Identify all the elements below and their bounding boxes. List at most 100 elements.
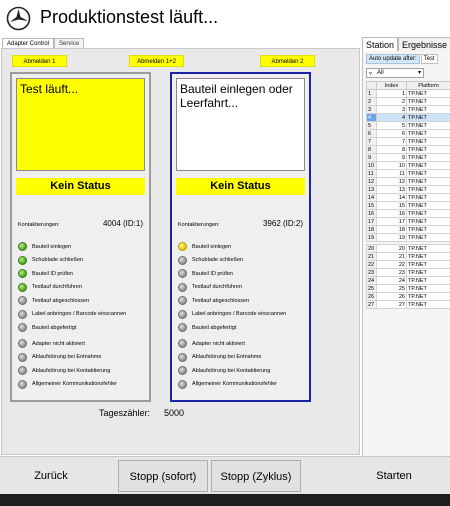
table-row[interactable]: 15 15 TP.NET (366, 201, 450, 210)
table-row[interactable]: 9 9 TP.NET (366, 153, 450, 162)
platform-cell[interactable]: TP.NET (406, 300, 450, 309)
index-cell[interactable]: 8 (376, 145, 407, 154)
row-number[interactable]: 21 (366, 252, 377, 261)
platform-cell[interactable]: TP.NET (406, 153, 450, 162)
abmelden-1-button[interactable]: Abmelden 1 (12, 55, 67, 67)
index-cell[interactable]: 19 (376, 233, 407, 242)
row-number[interactable]: 11 (366, 169, 377, 178)
platform-cell[interactable]: TP.NET (406, 97, 450, 106)
table-row[interactable]: 22 22 TP.NET (366, 260, 450, 269)
column-header-platform[interactable]: Platform (406, 81, 450, 90)
table-row[interactable]: 14 14 TP.NET (366, 193, 450, 202)
index-cell[interactable]: 24 (376, 276, 407, 285)
row-number[interactable]: 20 (366, 244, 377, 253)
row-number[interactable]: 13 (366, 185, 377, 194)
platform-cell[interactable]: TP.NET (406, 105, 450, 114)
index-cell[interactable]: 11 (376, 169, 407, 178)
platform-cell[interactable]: TP.NET (406, 209, 450, 218)
table-row[interactable]: 20 20 TP.NET (366, 244, 450, 253)
row-number[interactable]: 24 (366, 276, 377, 285)
index-cell[interactable]: 22 (376, 260, 407, 269)
platform-cell[interactable]: TP.NET (406, 193, 450, 202)
row-number[interactable]: 12 (366, 177, 377, 186)
stop-cycle-button[interactable]: Stopp (Zyklus) (211, 460, 301, 492)
table-row[interactable]: 5 5 TP.NET (366, 121, 450, 130)
table-row[interactable]: 21 21 TP.NET (366, 252, 450, 261)
start-button[interactable]: Starten (340, 460, 448, 492)
filter-select[interactable]: ▿ All ▾ (366, 68, 424, 78)
table-row[interactable]: 23 23 TP.NET (366, 268, 450, 277)
table-row[interactable]: 19 19 TP.NET (366, 233, 450, 242)
row-number[interactable]: 9 (366, 153, 377, 162)
table-row[interactable]: 6 6 TP.NET (366, 129, 450, 138)
index-cell[interactable]: 4 (376, 113, 407, 122)
platform-cell[interactable]: TP.NET (406, 113, 450, 122)
row-number[interactable]: 27 (366, 300, 377, 309)
row-number[interactable]: 8 (366, 145, 377, 154)
index-cell[interactable]: 27 (376, 300, 407, 309)
table-row[interactable]: 10 10 TP.NET (366, 161, 450, 170)
row-number[interactable]: 17 (366, 217, 377, 226)
platform-cell[interactable]: TP.NET (406, 292, 450, 301)
platform-cell[interactable]: TP.NET (406, 233, 450, 242)
row-number[interactable]: 26 (366, 292, 377, 301)
row-number[interactable]: 16 (366, 209, 377, 218)
row-number[interactable]: 22 (366, 260, 377, 269)
index-cell[interactable]: 2 (376, 97, 407, 106)
abmelden-both-button[interactable]: Abmelden 1+2 (129, 55, 184, 67)
table-row[interactable]: 11 11 TP.NET (366, 169, 450, 178)
index-cell[interactable]: 23 (376, 268, 407, 277)
tab-ergebnisse[interactable]: Ergebnisse (398, 37, 450, 52)
row-number[interactable]: 4 (366, 113, 377, 122)
index-cell[interactable]: 3 (376, 105, 407, 114)
platform-cell[interactable]: TP.NET (406, 145, 450, 154)
row-number[interactable]: 7 (366, 137, 377, 146)
index-cell[interactable]: 15 (376, 201, 407, 210)
table-row[interactable]: 24 24 TP.NET (366, 276, 450, 285)
table-row[interactable]: 26 26 TP.NET (366, 292, 450, 301)
table-row[interactable]: 1 1 TP.NET (366, 89, 450, 98)
index-cell[interactable]: 12 (376, 177, 407, 186)
back-button[interactable]: Zurück (2, 460, 100, 492)
index-cell[interactable]: 20 (376, 244, 407, 253)
platform-cell[interactable]: TP.NET (406, 201, 450, 210)
row-number[interactable]: 14 (366, 193, 377, 202)
platform-cell[interactable]: TP.NET (406, 252, 450, 261)
row-number[interactable]: 6 (366, 129, 377, 138)
index-cell[interactable]: 9 (376, 153, 407, 162)
platform-cell[interactable]: TP.NET (406, 268, 450, 277)
index-cell[interactable]: 6 (376, 129, 407, 138)
table-row[interactable]: 17 17 TP.NET (366, 217, 450, 226)
index-cell[interactable]: 26 (376, 292, 407, 301)
table-row[interactable]: 3 3 TP.NET (366, 105, 450, 114)
table-row[interactable]: 16 16 TP.NET (366, 209, 450, 218)
index-cell[interactable]: 5 (376, 121, 407, 130)
platform-cell[interactable]: TP.NET (406, 161, 450, 170)
row-number[interactable]: 23 (366, 268, 377, 277)
table-row[interactable]: 18 18 TP.NET (366, 225, 450, 234)
row-number[interactable]: 5 (366, 121, 377, 130)
index-cell[interactable]: 25 (376, 284, 407, 293)
platform-cell[interactable]: TP.NET (406, 137, 450, 146)
platform-cell[interactable]: TP.NET (406, 129, 450, 138)
index-cell[interactable]: 10 (376, 161, 407, 170)
platform-cell[interactable]: TP.NET (406, 244, 450, 253)
platform-cell[interactable]: TP.NET (406, 276, 450, 285)
index-cell[interactable]: 14 (376, 193, 407, 202)
table-row[interactable]: 7 7 TP.NET (366, 137, 450, 146)
platform-cell[interactable]: TP.NET (406, 225, 450, 234)
auto-update-select[interactable]: Test (420, 54, 438, 64)
platform-cell[interactable]: TP.NET (406, 217, 450, 226)
table-row[interactable]: 4 4 TP.NET (366, 113, 450, 122)
row-number[interactable]: 3 (366, 105, 377, 114)
index-cell[interactable]: 21 (376, 252, 407, 261)
table-row[interactable]: 13 13 TP.NET (366, 185, 450, 194)
row-number[interactable]: 2 (366, 97, 377, 106)
index-cell[interactable]: 16 (376, 209, 407, 218)
tab-station[interactable]: Station (362, 37, 399, 52)
row-number[interactable]: 10 (366, 161, 377, 170)
table-row[interactable]: 2 2 TP.NET (366, 97, 450, 106)
index-cell[interactable]: 18 (376, 225, 407, 234)
index-cell[interactable]: 1 (376, 89, 407, 98)
platform-cell[interactable]: TP.NET (406, 89, 450, 98)
